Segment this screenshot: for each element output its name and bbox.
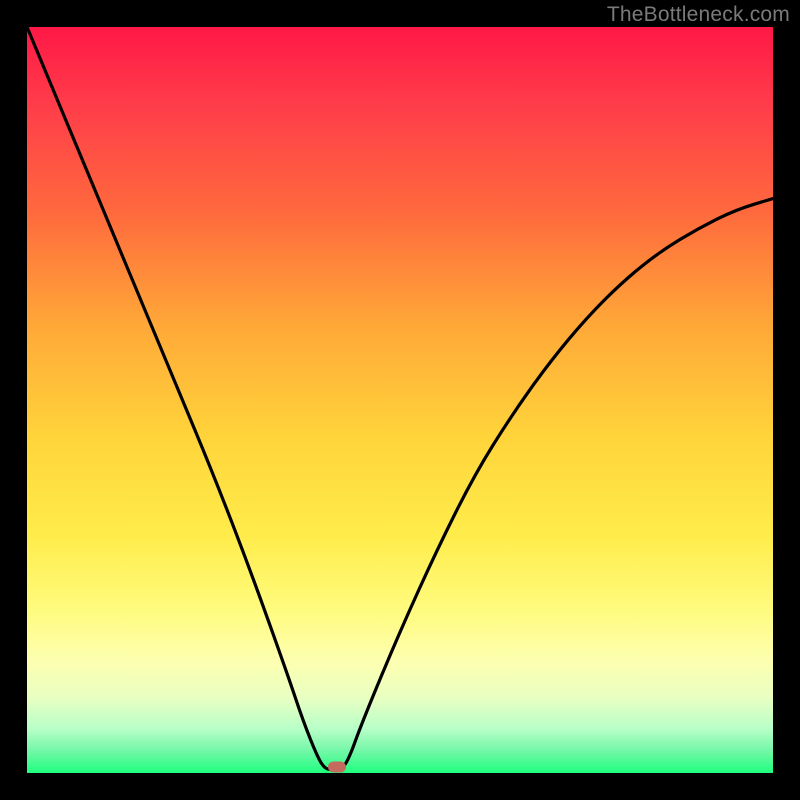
curve-min-marker (328, 762, 346, 773)
bottleneck-curve (27, 27, 773, 773)
plot-area (27, 27, 773, 773)
watermark-text: TheBottleneck.com (607, 3, 790, 27)
chart-frame: TheBottleneck.com (0, 0, 800, 800)
